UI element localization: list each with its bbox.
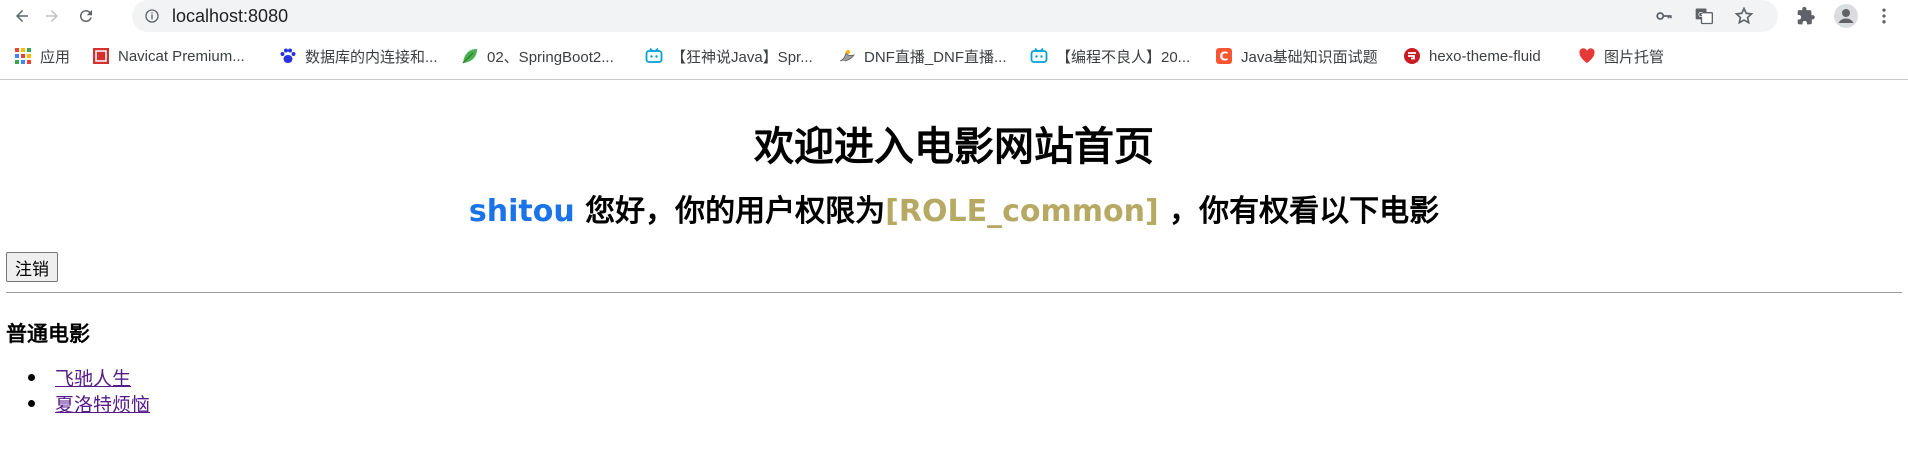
leaf-icon bbox=[461, 47, 479, 65]
csdn-c-icon: C bbox=[1215, 47, 1233, 65]
menu-kebab-icon[interactable] bbox=[1872, 4, 1896, 28]
arrow-left-icon bbox=[16, 10, 28, 22]
bilibili-icon bbox=[1030, 47, 1048, 65]
bookmark-star-icon[interactable] bbox=[1734, 6, 1754, 26]
bookmark-label: Java基础知识面试题 bbox=[1241, 48, 1378, 66]
apps-grid-icon bbox=[14, 47, 32, 65]
bookmark-label: hexo-theme-fluid bbox=[1429, 47, 1541, 65]
bookmark-dnf[interactable]: DNF直播_DNF直播... bbox=[838, 46, 1007, 66]
bookmark-navicat[interactable]: Navicat Premium... bbox=[92, 46, 245, 66]
address-bar[interactable]: localhost:8080 G bbox=[132, 0, 1778, 32]
dnf-bird-icon bbox=[838, 47, 856, 65]
bookmark-db-join[interactable]: 数据库的内连接和... bbox=[279, 46, 438, 66]
bookmark-label: 【编程不良人】20... bbox=[1056, 48, 1191, 66]
greeting-heading: shitou 您好，你的用户权限为[ROLE_common] ，你有权看以下电影 bbox=[0, 186, 1908, 230]
bookmark-label: 【狂神说Java】Spr... bbox=[671, 48, 813, 66]
extensions-icon[interactable] bbox=[1794, 4, 1818, 28]
bookmark-image-hosting[interactable]: 图片托管 bbox=[1578, 46, 1664, 66]
bookmark-java-interview[interactable]: C Java基础知识面试题 bbox=[1215, 46, 1378, 66]
username: shitou bbox=[468, 194, 575, 229]
bookmark-bianchengbuliangren[interactable]: 【编程不良人】20... bbox=[1030, 46, 1190, 66]
bookmark-kuangshen[interactable]: 【狂神说Java】Spr... bbox=[645, 46, 813, 66]
movie-link[interactable]: 飞驰人生 bbox=[55, 368, 131, 390]
user-role: [ROLE_common] bbox=[885, 194, 1159, 229]
svg-text:G: G bbox=[1698, 11, 1703, 19]
svg-text:C: C bbox=[1220, 50, 1229, 64]
profile-avatar-icon[interactable] bbox=[1834, 4, 1858, 28]
bookmark-label: Navicat Premium... bbox=[118, 47, 245, 65]
bookmarks-bar: 应用 Navicat Premium... 数据库的内连接和... 02、Spr… bbox=[0, 32, 1908, 80]
logout-button[interactable]: 注销 bbox=[6, 252, 58, 282]
translate-icon[interactable]: G bbox=[1694, 6, 1714, 26]
list-item: 飞驰人生 bbox=[28, 364, 150, 390]
bookmark-hexo-fluid[interactable]: hexo-theme-fluid bbox=[1403, 46, 1541, 66]
baidu-paw-icon bbox=[279, 47, 297, 65]
reload-icon bbox=[79, 10, 92, 23]
browser-toolbar: localhost:8080 G bbox=[0, 0, 1908, 32]
forward-button[interactable] bbox=[38, 2, 66, 30]
gitee-icon bbox=[1403, 47, 1421, 65]
bookmark-label: 图片托管 bbox=[1604, 48, 1665, 66]
greeting-text: 您好，你的用户权限为 bbox=[574, 194, 886, 229]
bookmark-label: 应用 bbox=[40, 48, 71, 66]
bookmark-apps[interactable]: 应用 bbox=[14, 46, 70, 66]
bilibili-icon bbox=[645, 47, 663, 65]
movie-list: 飞驰人生 夏洛特烦恼 bbox=[28, 364, 150, 416]
url-text: localhost:8080 bbox=[172, 6, 289, 26]
bookmark-label: 数据库的内连接和... bbox=[305, 48, 438, 66]
back-button[interactable] bbox=[8, 2, 36, 30]
bookmark-label: DNF直播_DNF直播... bbox=[864, 48, 1007, 66]
info-icon[interactable] bbox=[144, 8, 160, 24]
reload-button[interactable] bbox=[72, 2, 100, 30]
arrow-right-icon bbox=[46, 10, 58, 22]
list-item: 夏洛特烦恼 bbox=[28, 390, 150, 416]
divider bbox=[6, 292, 1902, 293]
page-title: 欢迎进入电影网站首页 bbox=[754, 124, 1154, 170]
greeting-suffix: ，你有权看以下电影 bbox=[1158, 194, 1440, 229]
section-title: 普通电影 bbox=[6, 322, 90, 346]
bookmark-springboot[interactable]: 02、SpringBoot2... bbox=[461, 46, 614, 66]
bookmark-label: 02、SpringBoot2... bbox=[487, 48, 614, 66]
navicat-icon bbox=[92, 47, 110, 65]
key-icon[interactable] bbox=[1654, 6, 1674, 26]
movie-link[interactable]: 夏洛特烦恼 bbox=[55, 394, 150, 416]
heart-icon bbox=[1578, 47, 1596, 65]
